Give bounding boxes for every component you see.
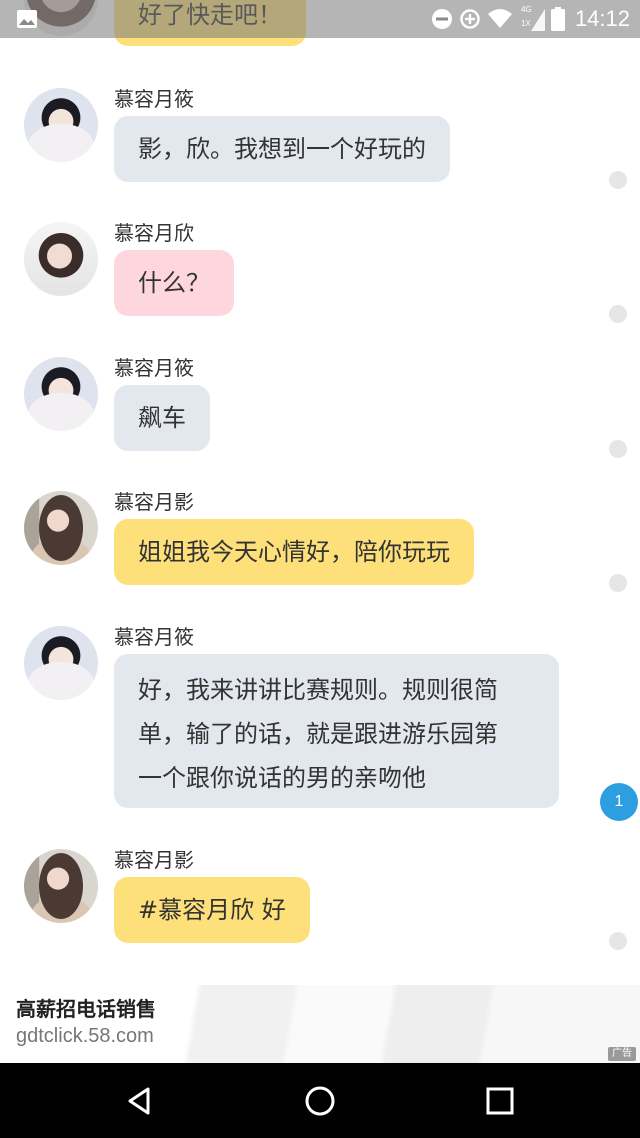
chat-list[interactable]: 好了快走吧！ 慕容月筱 影，欣。我想到一个好玩的 慕容月欣 什么？ 慕容月筱 飙… [0,0,640,985]
gallery-icon [17,10,37,28]
recents-icon[interactable] [484,1085,516,1117]
ad-tag: 广告 [608,1047,636,1061]
avatar[interactable] [24,491,98,565]
avatar[interactable] [24,222,98,296]
sender-name: 慕容月影 [114,490,194,514]
dnd-icon [431,9,452,29]
avatar[interactable] [24,849,98,923]
wifi-icon [487,9,512,28]
avatar[interactable] [24,357,98,431]
status-bar: 4G 1X 14:12 [0,0,640,38]
sender-name: 慕容月欣 [114,221,194,245]
sender-name: 慕容月筱 [114,87,194,111]
avatar[interactable] [24,626,98,700]
message-status-dot [609,932,627,950]
ad-banner[interactable]: 高薪招电话销售 gdtclick.58.com 广告 [0,985,640,1063]
message-status-dot [609,305,627,323]
navigation-bar [0,1063,640,1138]
unread-badge[interactable]: 1 [600,783,638,821]
message-bubble[interactable]: #慕容月欣 好 [114,877,310,943]
message-bubble[interactable]: 好，我来讲讲比赛规则。规则很简 单，输了的话，就是跟进游乐园第 一个跟你说话的男… [114,654,559,808]
message-line: 单，输了的话，就是跟进游乐园第 [138,720,498,748]
message-bubble[interactable]: 什么？ [114,250,234,316]
avatar[interactable] [24,88,98,162]
signal-icon [530,9,545,31]
message-line: 一个跟你说话的男的亲吻他 [138,764,426,792]
ad-title[interactable]: 高薪招电话销售 [16,993,156,1022]
sender-name: 慕容月筱 [114,625,194,649]
sender-name: 慕容月影 [114,848,194,872]
message-bubble[interactable]: 姐姐我今天心情好，陪你玩玩 [114,519,474,585]
data-saver-icon [460,9,480,29]
ad-url[interactable]: gdtclick.58.com [16,1025,154,1048]
message-status-dot [609,574,627,592]
back-icon[interactable] [124,1085,156,1117]
home-icon[interactable] [304,1085,336,1117]
message-line: 好，我来讲讲比赛规则。规则很简 [138,676,498,704]
message-status-dot [609,171,627,189]
message-status-dot [609,440,627,458]
battery-icon [550,7,565,31]
clock: 14:12 [574,6,630,31]
network-indicator: 4G 1X [519,5,545,33]
message-bubble[interactable]: 影，欣。我想到一个好玩的 [114,116,450,182]
sender-name: 慕容月筱 [114,356,194,380]
message-bubble[interactable]: 飙车 [114,385,210,451]
